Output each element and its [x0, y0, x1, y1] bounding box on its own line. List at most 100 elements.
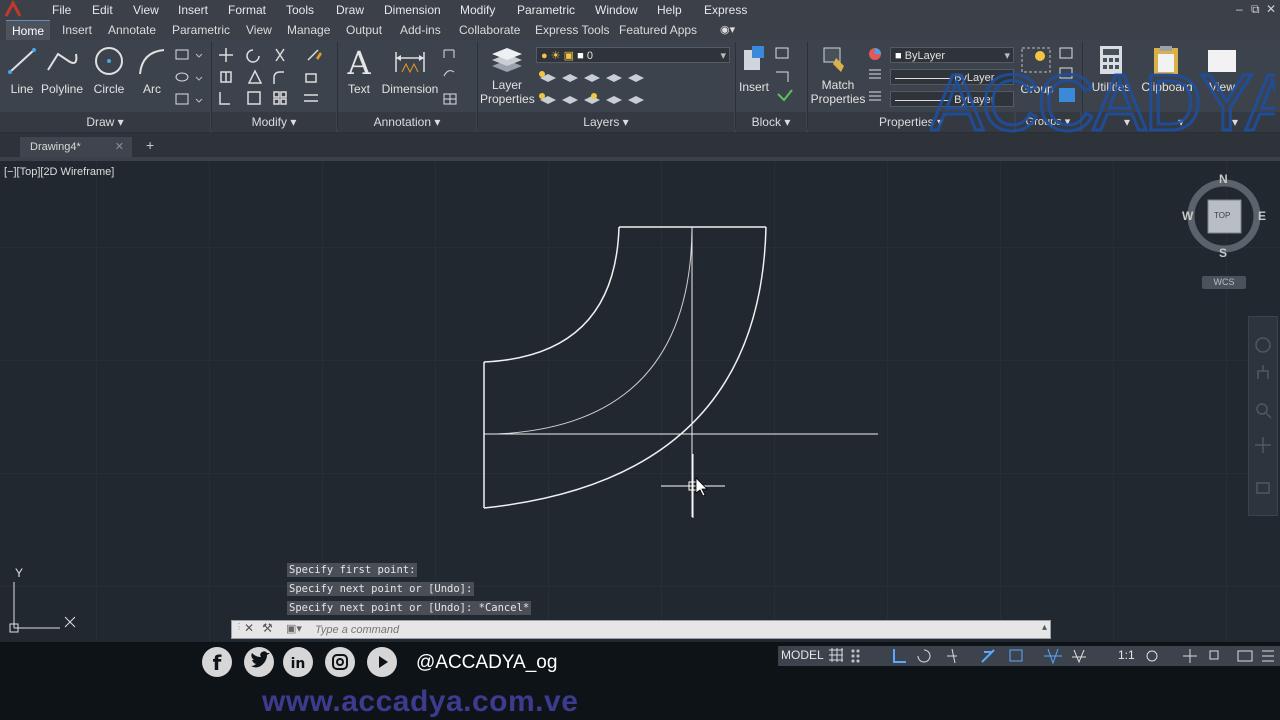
chevron-up-icon[interactable]: ▴ [1042, 622, 1047, 633]
object-snap-icon [981, 649, 995, 663]
modify-panel-title[interactable]: Modify ▾ [212, 112, 336, 132]
line-label: Line [10, 82, 34, 96]
tab-manage[interactable]: Manage [281, 20, 336, 40]
instagram-icon[interactable] [325, 647, 355, 677]
arc-button[interactable]: Arc [134, 44, 170, 104]
linkedin-icon[interactable]: in [283, 647, 313, 677]
ribbon: Line Polyline Circle Arc Draw ▾ Modify ▾… [0, 40, 1280, 135]
navigation-bar[interactable] [1248, 316, 1278, 516]
modify-tool-icons [219, 48, 322, 105]
polyline-button[interactable]: Polyline [40, 44, 84, 104]
workspace-gear-icon [1146, 650, 1158, 662]
menu-modify[interactable]: Modify [460, 3, 495, 17]
menu-express[interactable]: Express [704, 3, 747, 17]
line-button[interactable]: Line [4, 44, 40, 104]
current-layer-value: 0 [586, 50, 593, 62]
viewport-controls-label[interactable]: [−][Top][2D Wireframe] [4, 166, 114, 178]
restore-icon[interactable]: ⧉ [1251, 2, 1260, 17]
match-properties-button[interactable]: Match Properties [810, 44, 866, 110]
text-icon: A [346, 44, 371, 82]
ribbon-toggle-icon[interactable]: ◉▾ [720, 23, 735, 36]
draw-panel-title[interactable]: Draw ▾ [0, 112, 210, 132]
circle-icon [95, 47, 123, 75]
tab-view[interactable]: View [240, 20, 278, 40]
menu-file[interactable]: File [52, 3, 71, 17]
tab-collaborate[interactable]: Collaborate [453, 20, 526, 40]
menu-view[interactable]: View [133, 3, 159, 17]
color-swatch-icon: ■ [577, 50, 584, 62]
close-icon[interactable]: ✕ [1266, 2, 1276, 16]
command-input[interactable] [313, 621, 1017, 639]
insert-block-button[interactable]: Insert [738, 44, 770, 104]
file-tab-drawing4[interactable]: Drawing4* ✕ [20, 137, 132, 157]
minimize-icon[interactable]: ‒ [1236, 2, 1243, 16]
twitter-icon[interactable] [244, 647, 274, 677]
tab-output[interactable]: Output [340, 20, 388, 40]
menu-insert[interactable]: Insert [178, 3, 208, 17]
menu-format[interactable]: Format [228, 3, 266, 17]
dimension-button[interactable]: Dimension [380, 44, 440, 104]
menu-edit[interactable]: Edit [92, 3, 113, 17]
unlock-icon: ▣ [563, 50, 575, 62]
wrench-icon[interactable]: ⚒ [262, 621, 273, 635]
accadya-watermark-logo: ACCADYA [930, 57, 1275, 135]
viewcube[interactable]: N S E W TOP [1182, 172, 1268, 260]
arc-icon [139, 49, 165, 75]
polar-icon [917, 649, 931, 663]
wcs-button[interactable]: WCS [1202, 276, 1246, 289]
compass-west[interactable]: W [1182, 209, 1193, 223]
modify-tools[interactable] [216, 46, 332, 108]
grip-handle[interactable]: ⋮ [235, 622, 243, 631]
layer-properties-label: Layer Properties [480, 78, 535, 106]
annotation-small-icons [443, 49, 457, 105]
menu-help[interactable]: Help [657, 3, 682, 17]
ribbon-tab-bar: Home Insert Annotate Parametric View Man… [0, 20, 1280, 41]
text-button[interactable]: A Text [342, 44, 376, 104]
tab-featured-apps[interactable]: Featured Apps [613, 20, 703, 40]
close-tab-icon[interactable]: ✕ [115, 137, 124, 157]
customize-menu-icon [1262, 650, 1274, 662]
block-small-tools[interactable] [774, 46, 804, 108]
compass-north[interactable]: N [1219, 172, 1228, 186]
file-tab-bar [0, 133, 1280, 157]
new-tab-plus-icon[interactable]: + [146, 137, 154, 153]
annotation-scale-value[interactable]: 1:1 [1118, 648, 1135, 662]
menu-parametric[interactable]: Parametric [517, 3, 575, 17]
menu-draw[interactable]: Draw [336, 3, 364, 17]
match-properties-label: Match Properties [810, 78, 866, 106]
layer-tools[interactable] [536, 68, 656, 110]
layer-dropdown[interactable]: ● ☀ ▣ ■ 0 ▾ [536, 47, 730, 63]
menu-tools[interactable]: Tools [286, 3, 314, 17]
circle-button[interactable]: Circle [88, 44, 130, 104]
drawing-canvas[interactable]: Y [0, 161, 1280, 642]
layers-panel-title[interactable]: Layers ▾ [478, 112, 734, 132]
tab-insert[interactable]: Insert [56, 20, 98, 40]
tab-express-tools[interactable]: Express Tools [529, 20, 615, 40]
app-logo[interactable] [0, 0, 34, 20]
menu-dimension[interactable]: Dimension [384, 3, 441, 17]
menu-bar: File Edit View Insert Format Tools Draw … [0, 0, 1280, 20]
menu-window[interactable]: Window [595, 3, 638, 17]
close-icon[interactable]: ✕ [244, 621, 254, 635]
osnap-tracking-icon [947, 648, 957, 664]
polyline-label: Polyline [40, 82, 84, 96]
tab-annotate[interactable]: Annotate [102, 20, 162, 40]
social-handle: @ACCADYA_og [416, 652, 558, 673]
youtube-icon[interactable] [367, 647, 397, 677]
compass-south[interactable]: S [1219, 246, 1227, 260]
line-icon [8, 48, 36, 74]
tab-parametric[interactable]: Parametric [166, 20, 236, 40]
annotation-small-tools[interactable] [442, 46, 472, 108]
command-prompt-icon[interactable]: ▣▾ [286, 622, 302, 635]
tab-home[interactable]: Home [6, 20, 51, 41]
snap-icon [851, 649, 860, 663]
facebook-icon[interactable]: f [202, 647, 232, 677]
dimension-icon [395, 52, 425, 74]
viewcube-top-face[interactable]: TOP [1214, 211, 1230, 220]
block-panel-title[interactable]: Block ▾ [736, 112, 806, 132]
annotation-panel-title[interactable]: Annotation ▾ [338, 112, 476, 132]
model-space-button[interactable]: MODEL [781, 648, 824, 662]
compass-east[interactable]: E [1258, 209, 1266, 223]
layer-properties-button[interactable]: Layer Properties [480, 44, 535, 110]
tab-add-ins[interactable]: Add-ins [394, 20, 447, 40]
